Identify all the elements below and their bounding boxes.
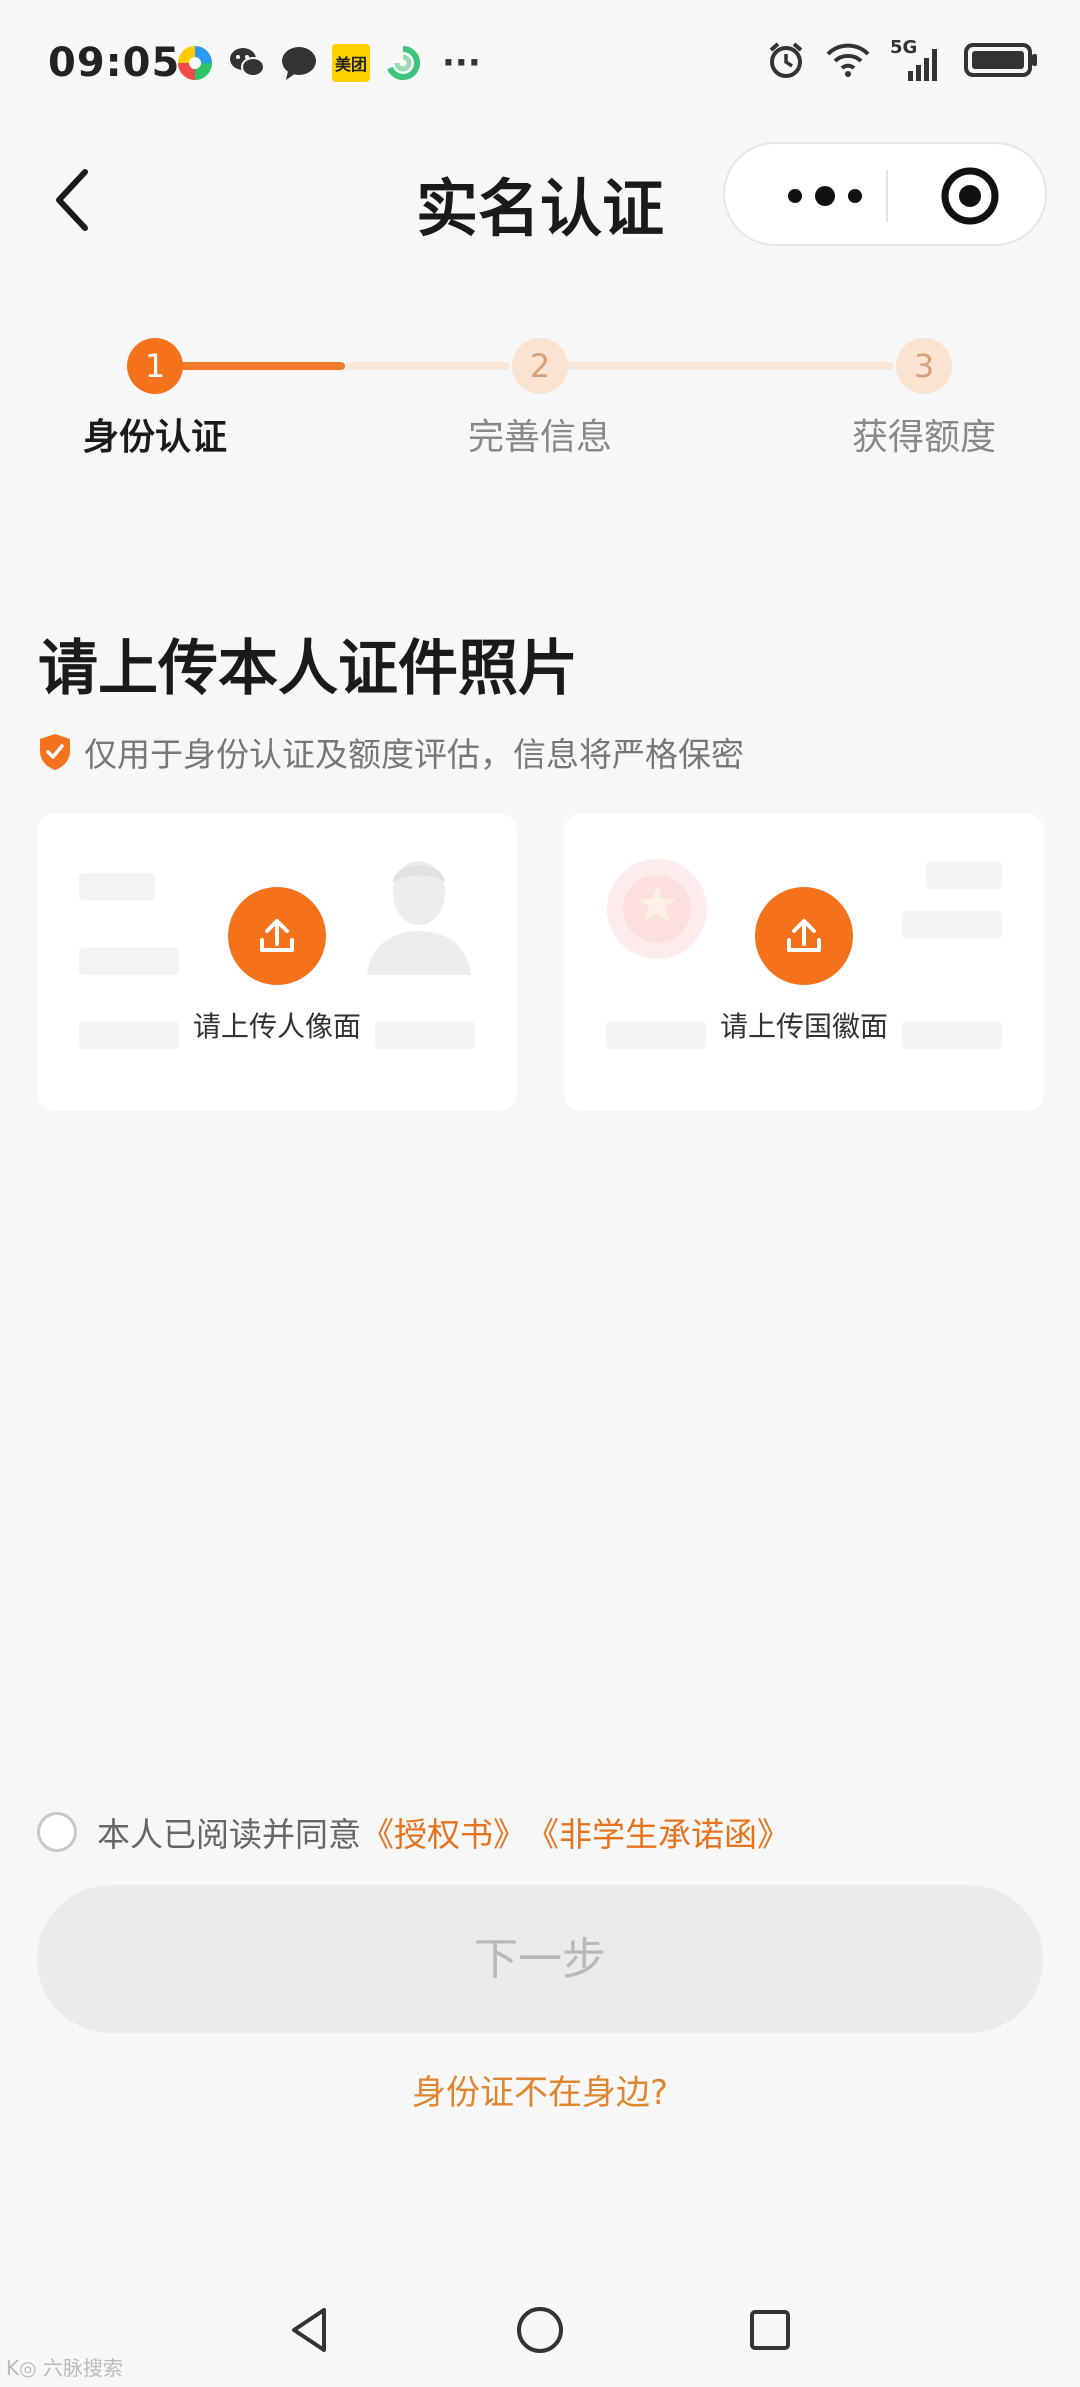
non-student-pledge-link[interactable]: 《非学生承诺函》 — [526, 1808, 790, 1856]
watermark: K◎ 六脉搜索 — [6, 2356, 123, 2380]
swirl-app-icon — [384, 44, 422, 82]
step-1-dot: 1 — [127, 338, 183, 394]
more-button[interactable] — [775, 174, 875, 218]
privacy-note: 仅用于身份认证及额度评估，信息将严格保密 — [38, 728, 744, 776]
step-line-pending-1 — [345, 362, 510, 370]
portrait-silhouette-icon — [367, 861, 471, 975]
square-recents-icon — [750, 2310, 790, 2350]
nav-recents-button[interactable] — [740, 2300, 800, 2360]
more-dots-icon — [788, 186, 862, 206]
nav-bar: 实名认证 — [0, 140, 1080, 255]
notification-icons: 美团 ··· — [176, 44, 481, 82]
agreement-row: 本人已阅读并同意 《授权书》 《非学生承诺函》 — [37, 1808, 790, 1856]
upload-icon — [787, 919, 821, 952]
wechat-icon — [228, 44, 266, 82]
placeholder-line — [79, 873, 155, 901]
battery-icon — [964, 40, 1040, 84]
placeholder-line — [926, 861, 1002, 889]
upload-icon — [260, 919, 294, 952]
step-2-dot: 2 — [512, 338, 568, 394]
system-nav-bar — [0, 2280, 1080, 2380]
upload-emblem-card[interactable]: 请上传国徽面 — [564, 813, 1044, 1111]
status-bar: 09:05 美团 ··· 5G — [0, 0, 1080, 140]
upload-portrait-card[interactable]: 请上传人像面 — [37, 813, 517, 1111]
circle-home-icon — [517, 2307, 563, 2353]
miniapp-capsule — [723, 142, 1047, 246]
agreement-checkbox[interactable] — [37, 1812, 77, 1852]
upload-emblem-label: 请上传国徽面 — [719, 1010, 888, 1043]
step-line-active — [155, 362, 345, 370]
upload-heading: 请上传本人证件照片 — [38, 634, 578, 704]
upload-emblem-button[interactable] — [755, 887, 853, 985]
nav-back-button[interactable] — [280, 2300, 340, 2360]
status-time: 09:05 — [48, 40, 181, 86]
message-icon — [280, 44, 318, 82]
upload-portrait-button[interactable] — [228, 887, 326, 985]
wifi-icon — [824, 40, 872, 84]
capsule-divider — [886, 170, 888, 222]
shield-check-icon — [40, 734, 70, 770]
step-number: 1 — [144, 347, 166, 385]
step-3-dot: 3 — [896, 338, 952, 394]
authorization-link[interactable]: 《授权书》 — [361, 1808, 526, 1856]
progress-steps: 1 2 3 身份认证 完善信息 获得额度 — [0, 330, 1080, 460]
nav-home-button[interactable] — [510, 2300, 570, 2360]
agreement-text: 本人已阅读并同意 — [97, 1815, 361, 1854]
upload-portrait-label: 请上传人像面 — [192, 1010, 361, 1043]
step-3-label: 获得额度 — [851, 417, 996, 458]
colorful-app-icon — [176, 44, 214, 82]
national-emblem-icon — [607, 859, 707, 959]
placeholder-line — [902, 911, 1002, 939]
more-notifications: ··· — [442, 43, 481, 83]
id-not-available-link[interactable]: 身份证不在身边? — [0, 2065, 1080, 2114]
step-number: 2 — [529, 347, 551, 385]
privacy-note-text: 仅用于身份认证及额度评估，信息将严格保密 — [84, 735, 744, 774]
placeholder-line — [79, 947, 179, 975]
target-circle-icon — [941, 167, 999, 225]
step-number: 3 — [913, 347, 935, 385]
step-line-pending-2 — [564, 362, 894, 370]
next-step-button[interactable]: 下一步 — [37, 1885, 1043, 2033]
close-miniapp-button[interactable] — [940, 166, 1000, 226]
step-1-label: 身份认证 — [82, 417, 227, 458]
meituan-label: 美团 — [334, 55, 367, 74]
alarm-icon — [766, 40, 806, 84]
triangle-back-icon — [292, 2308, 326, 2352]
signal-icon: 5G — [890, 37, 946, 83]
step-2-label: 完善信息 — [467, 417, 612, 458]
meituan-icon: 美团 — [332, 44, 370, 82]
system-icons: 5G — [766, 37, 1040, 84]
